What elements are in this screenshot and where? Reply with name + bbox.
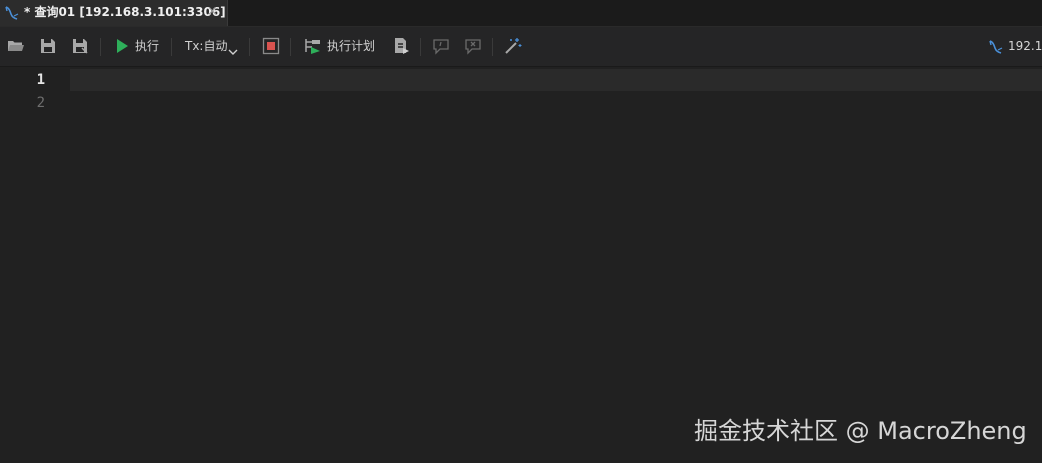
format-sql-button[interactable]	[392, 37, 410, 57]
code-complete-button[interactable]	[504, 37, 522, 57]
save-as-icon	[73, 39, 88, 54]
open-folder-button[interactable]	[7, 37, 25, 57]
query-tab-title: * 查询01 [192.168.3.101:3306]	[24, 5, 226, 19]
document-export-icon	[395, 38, 409, 54]
toolbar-separator	[492, 38, 493, 56]
sql-editor[interactable]: 1 2	[0, 67, 1042, 463]
save-icon	[41, 39, 55, 53]
comment-button[interactable]	[432, 37, 450, 57]
stop-icon	[262, 37, 280, 55]
toolbar-separator	[420, 38, 421, 56]
query-tab[interactable]: * 查询01 [192.168.3.101:3306] ×	[0, 0, 228, 26]
close-tab-icon[interactable]: ×	[207, 4, 218, 20]
mysql-dolphin-icon	[989, 40, 1003, 54]
explain-plan-icon	[305, 39, 320, 54]
explain-plan-label: 执行计划	[327, 39, 376, 53]
current-line-highlight	[70, 69, 1042, 91]
run-label: 执行	[135, 39, 160, 53]
toolbar-separator	[290, 38, 291, 56]
mysql-dolphin-icon	[5, 6, 19, 20]
line-number: 1	[36, 72, 45, 88]
toolbar-separator	[100, 38, 101, 56]
query-toolbar: 执行 Tx:自动 执行计划 192.1	[0, 27, 1042, 67]
comment-icon	[433, 39, 449, 55]
save-as-button[interactable]	[71, 37, 89, 57]
watermark-text: 掘金技术社区 @ MacroZheng	[694, 417, 1027, 445]
uncomment-button[interactable]	[464, 37, 482, 57]
toolbar-separator	[249, 38, 250, 56]
connection-label: 192.16	[1008, 39, 1042, 53]
folder-open-icon	[8, 41, 24, 51]
line-number: 2	[36, 95, 45, 111]
uncomment-icon	[465, 39, 481, 55]
stop-button[interactable]	[262, 37, 280, 57]
chevron-down-icon[interactable]	[228, 42, 238, 62]
toolbar-separator	[171, 38, 172, 56]
tab-bar: * 查询01 [192.168.3.101:3306] ×	[0, 0, 1042, 27]
transaction-mode-dropdown[interactable]: Tx:自动	[185, 39, 227, 54]
explain-plan-button[interactable]	[304, 37, 322, 57]
save-button[interactable]	[39, 37, 57, 57]
magic-wand-icon	[505, 38, 522, 54]
play-icon	[117, 39, 128, 53]
